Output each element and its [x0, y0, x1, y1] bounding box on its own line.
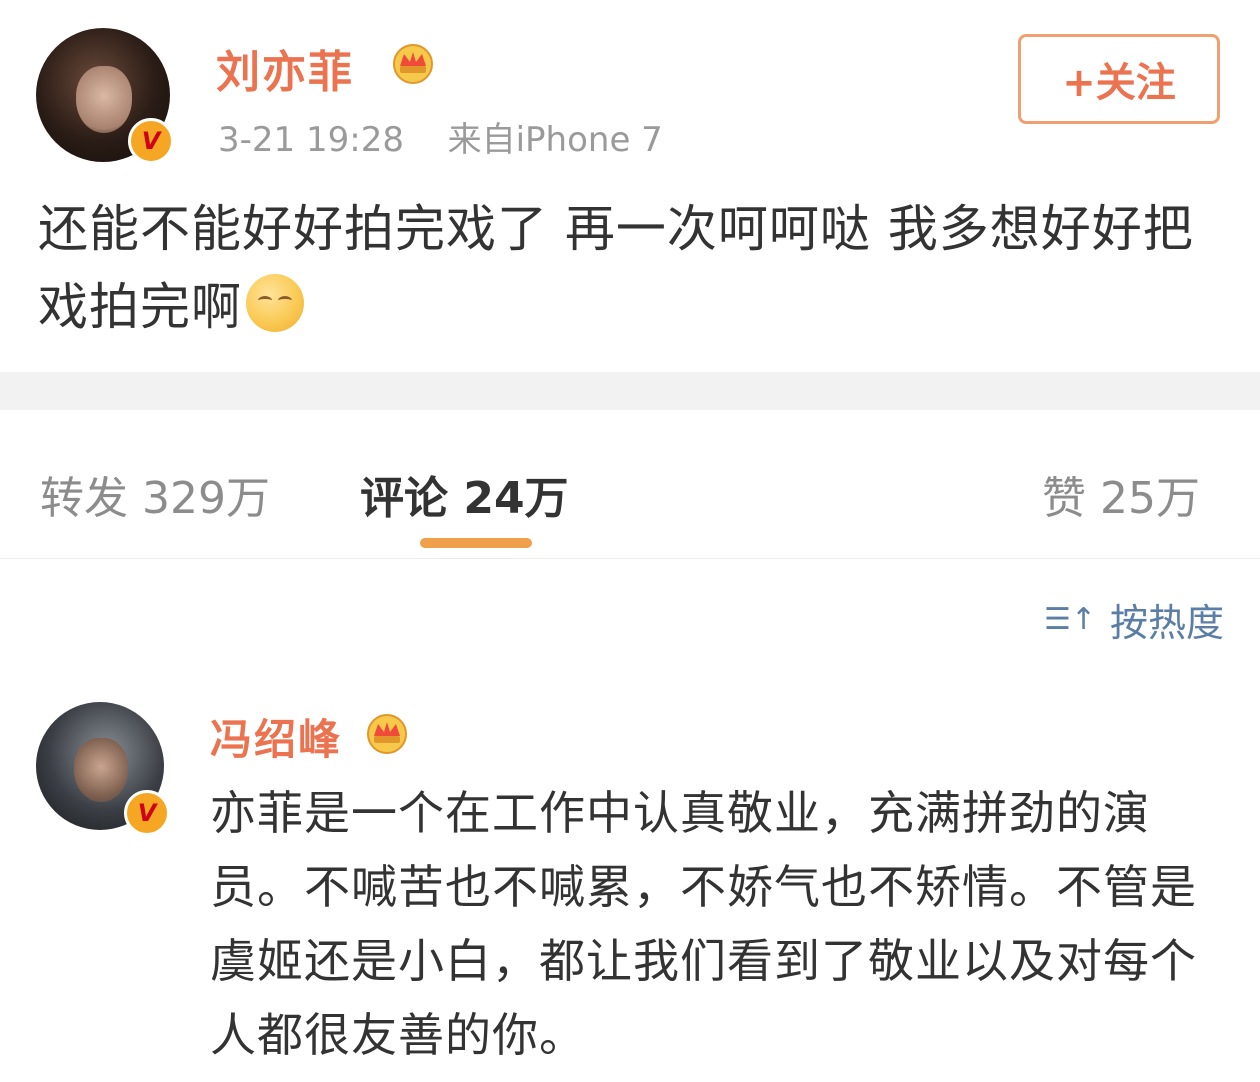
commenter-verified-v-icon: V	[124, 790, 170, 836]
author-avatar[interactable]: V	[36, 28, 174, 164]
avatar-face	[76, 65, 133, 133]
interaction-tabs: 转发 329万 评论 24万 赞 25万	[0, 410, 1260, 559]
crown-icon	[393, 44, 433, 84]
tab-repost-count: 329万	[142, 473, 270, 524]
commenter-name[interactable]: 冯绍峰	[210, 706, 342, 767]
author-name[interactable]: 刘亦菲	[216, 36, 354, 100]
comment-body: 亦菲是一个在工作中认真敬业，充满拼劲的演员。不喊苦也不喊累，不娇气也不矫情。不管…	[210, 786, 1197, 1062]
tab-comments-label: 评论	[360, 473, 448, 524]
commenter-crown-icon	[367, 714, 407, 754]
verified-v-icon: V	[128, 118, 174, 164]
follow-button[interactable]: +关注	[1018, 34, 1220, 124]
tab-comments[interactable]: 评论 24万	[360, 462, 569, 526]
post-body: 还能不能好好拍完戏了 再一次呵呵哒 我多想好好把戏拍完啊	[38, 190, 1218, 346]
post-meta: 3-21 19:28 来自iPhone 7	[218, 112, 663, 161]
post-source: iPhone 7	[515, 120, 663, 160]
tab-repost-label: 转发	[40, 473, 128, 524]
active-tab-indicator	[420, 538, 532, 548]
post-source-prefix: 来自	[447, 120, 516, 160]
follow-label: +关注	[1062, 60, 1176, 106]
tab-likes[interactable]: 赞 25万	[1042, 462, 1200, 526]
weibo-post: V 刘亦菲 3-21 19:28 来自iPhone 7 +关注 还能不能好好拍完…	[0, 0, 1260, 372]
commenter-avatar-face	[74, 737, 129, 802]
section-divider	[0, 372, 1260, 410]
post-text: 还能不能好好拍完戏了 再一次呵呵哒 我多想好好把戏拍完啊	[38, 200, 1194, 336]
tab-likes-label: 赞	[1042, 473, 1086, 524]
commenter-avatar[interactable]: V	[36, 702, 170, 836]
smile-emoji-icon	[246, 274, 304, 332]
tab-likes-count: 25万	[1100, 473, 1200, 524]
sort-hot-icon: ☰↑	[1044, 602, 1097, 637]
sort-label: 按热度	[1110, 601, 1225, 645]
tab-comments-count: 24万	[463, 473, 569, 524]
post-timestamp: 3-21 19:28	[218, 120, 404, 160]
sort-toggle[interactable]: ☰↑ 按热度	[1044, 592, 1224, 647]
tab-repost[interactable]: 转发 329万	[40, 462, 270, 526]
